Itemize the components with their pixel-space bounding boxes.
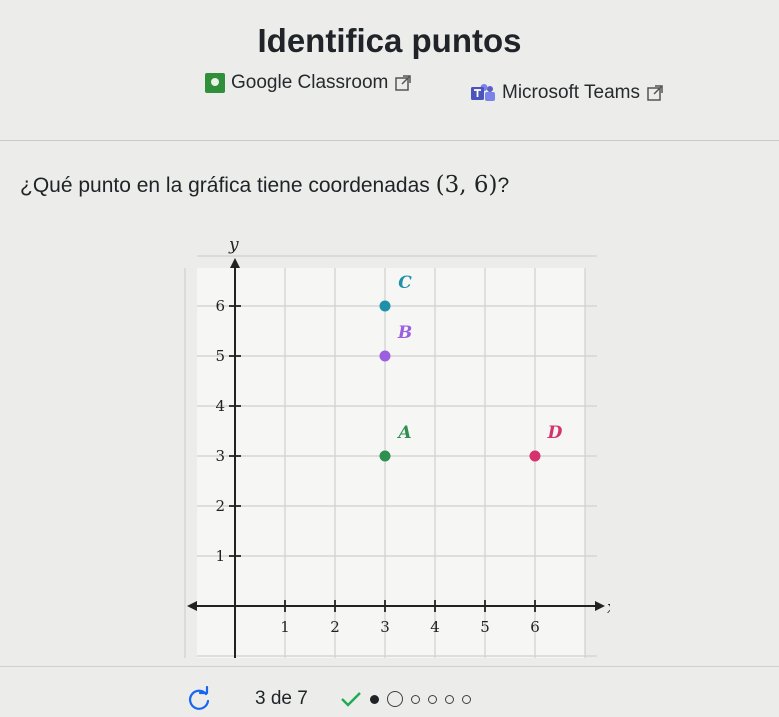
progress-dot-pending [462,694,471,704]
progress-text: 3 de 7 [255,688,308,709]
y-tick-label: 4 [215,397,225,415]
y-tick-label: 1 [215,547,225,565]
google-classroom-link[interactable]: Google Classroom [205,72,412,94]
x-tick-label: 2 [330,618,340,636]
question-suffix: ? [497,174,510,197]
x-tick-label: 6 [530,618,540,636]
x-tick-label: 3 [380,618,390,636]
google-classroom-icon [205,73,225,93]
point-d [529,450,541,462]
progress-dot-pending [411,694,420,704]
question-prefix: ¿Qué punto en la gráfica tiene coordenad… [20,174,436,197]
y-tick-label: 5 [215,347,225,365]
question-text: ¿Qué punto en la gráfica tiene coordenad… [20,172,509,198]
progress-dot-current [387,691,403,707]
y-tick-label: 2 [215,497,225,515]
point-b [379,350,391,362]
y-tick-label: 6 [215,297,225,315]
x-axis-arrow-left [187,601,197,611]
progress-dot-completed [370,694,379,704]
graph-background [197,268,585,674]
coordinate-graph: x y 1 2 3 4 5 6 1 2 3 4 5 6 A B C D [184,235,617,678]
x-axis-arrow-right [595,601,605,611]
header-divider [0,140,779,141]
progress-dot-pending [445,694,454,704]
exercise-footer: 3 de 7 [0,680,779,717]
microsoft-teams-link[interactable]: Microsoft Teams [470,82,664,104]
point-label-a: A [396,423,411,443]
external-link-icon [395,75,412,91]
point-label-d: D [547,423,563,443]
x-tick-label: 1 [280,618,290,636]
y-tick-label: 3 [215,447,225,465]
exercise-title: Identifica puntos [257,22,522,59]
retry-icon[interactable] [186,686,212,712]
y-axis-label: y [228,235,239,255]
google-classroom-label: Google Classroom [231,72,389,93]
x-tick-label: 4 [430,618,440,636]
point-label-b: B [397,323,412,343]
microsoft-teams-icon [471,84,495,101]
share-row: Google Classroom Microsoft Teams [0,72,779,108]
point-a [379,450,391,462]
progress-dots [340,686,471,712]
footer-divider [0,666,779,667]
progress-check-icon [341,692,361,707]
point-label-c: C [398,273,412,293]
coordinate-graph-panel: x y 1 2 3 4 5 6 1 2 3 4 5 6 A B C D [180,228,617,678]
microsoft-teams-label: Microsoft Teams [502,82,640,103]
question-coordinates: (3, 6) [435,172,498,198]
x-axis-label: x [607,598,610,618]
y-axis-arrow-up [230,258,240,268]
external-link-icon [647,85,663,101]
point-c [379,300,391,312]
x-tick-label: 5 [480,618,490,636]
progress-dot-pending [428,694,437,704]
